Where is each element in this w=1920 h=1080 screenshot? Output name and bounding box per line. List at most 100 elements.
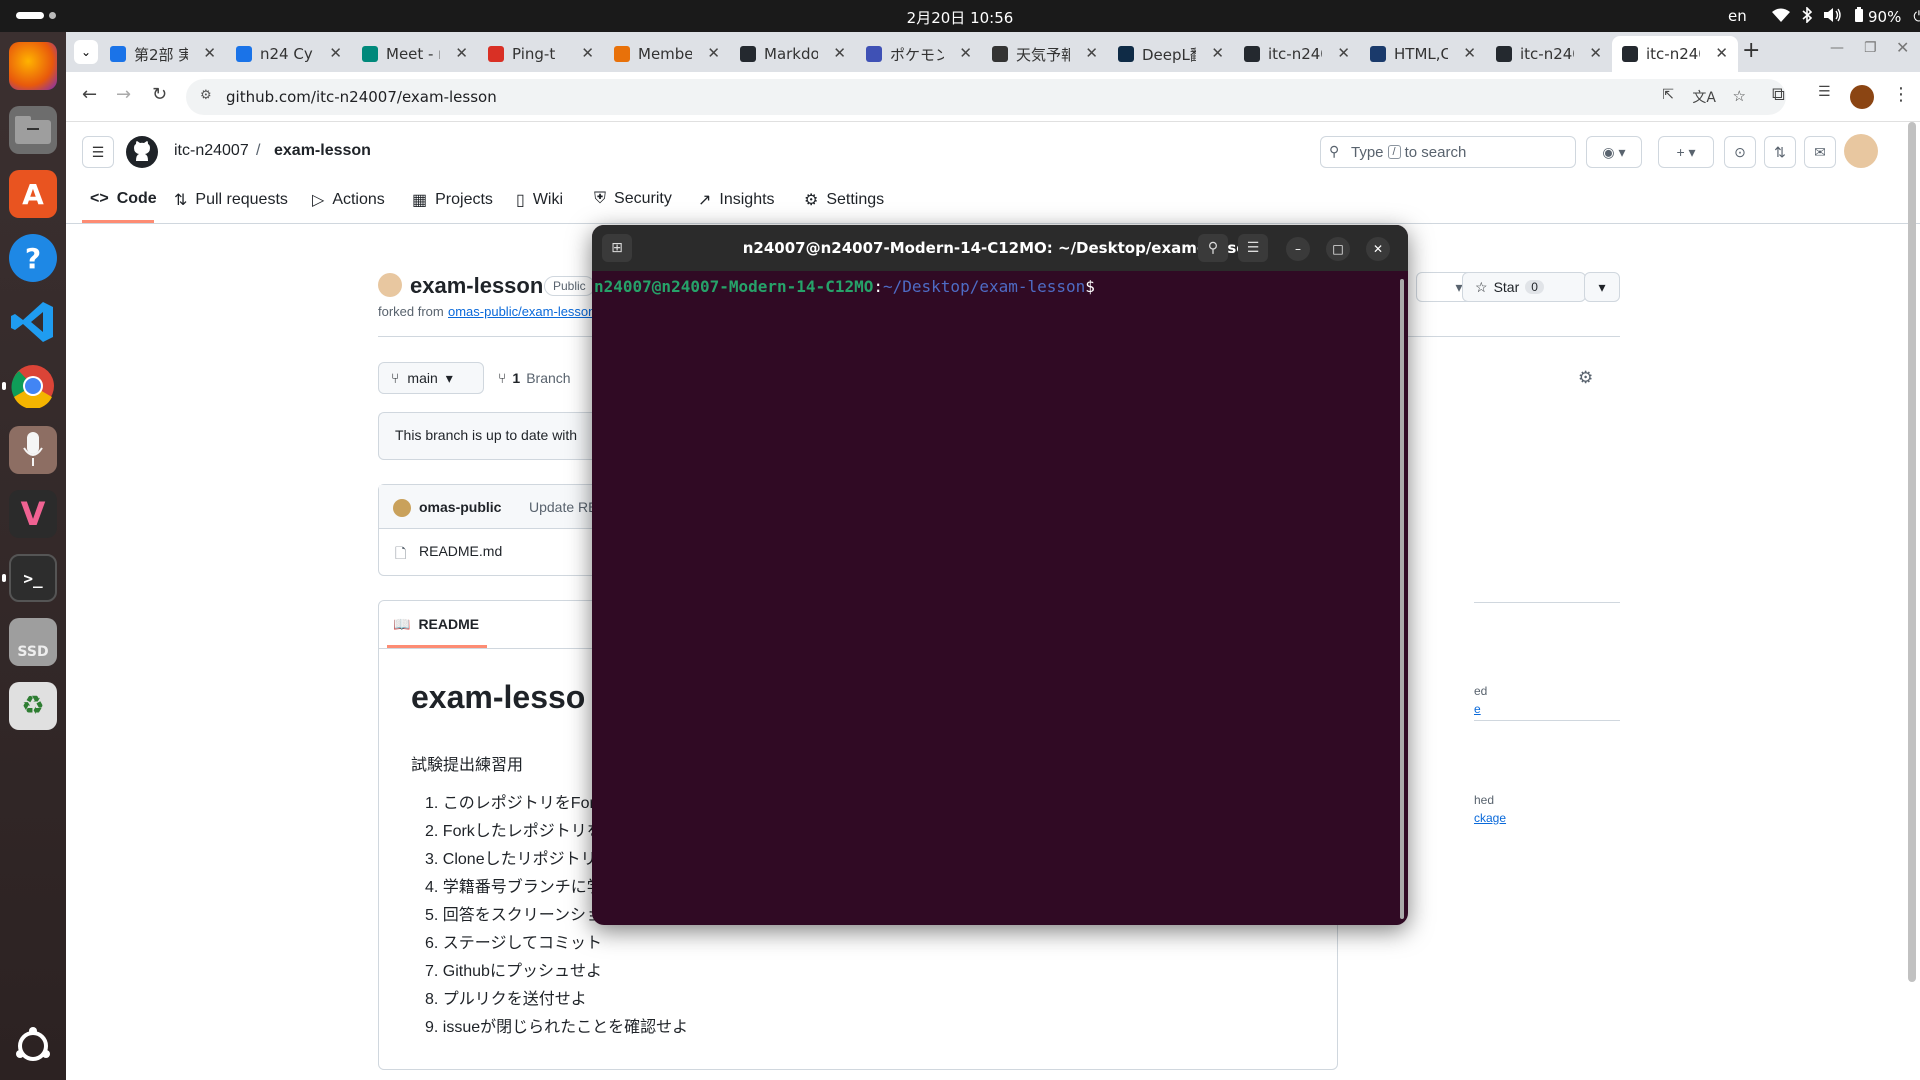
back-icon[interactable]: ← (82, 84, 97, 105)
repo-name-link[interactable]: exam-lesson (274, 142, 371, 160)
browser-tab[interactable]: Meet - n ✕ (352, 36, 478, 72)
about-settings-gear-icon[interactable]: ⚙ (1578, 368, 1593, 388)
input-language[interactable]: en (1728, 7, 1747, 25)
translate-icon[interactable]: 文A (1692, 87, 1716, 107)
help-icon[interactable]: ? (9, 234, 57, 282)
tab-close-icon[interactable]: ✕ (1085, 44, 1098, 62)
readme-tab[interactable]: 📖 README (393, 616, 479, 633)
create-new-button[interactable]: + ▾ (1658, 136, 1714, 168)
branches-link[interactable]: ⑂ 1 Branch (498, 370, 571, 386)
tab-close-icon[interactable]: ✕ (329, 44, 342, 62)
app-center-icon[interactable]: A (9, 170, 57, 218)
audio-editor-icon[interactable]: V (9, 490, 57, 538)
tab-close-icon[interactable]: ✕ (203, 44, 216, 62)
search-input[interactable]: ⚲ Type / to search (1320, 136, 1576, 168)
site-info-icon[interactable]: ⚙ (200, 88, 212, 103)
terminal-scrollbar[interactable] (1400, 279, 1404, 919)
browser-tab[interactable]: itc-n240 ✕ (1234, 36, 1360, 72)
browser-tab[interactable]: itc-n240 ✕ (1486, 36, 1612, 72)
tab-close-icon[interactable]: ✕ (1715, 44, 1728, 62)
tab-close-icon[interactable]: ✕ (455, 44, 468, 62)
terminal-icon[interactable]: >_ (9, 554, 57, 602)
terminal-close-icon[interactable]: ✕ (1366, 237, 1390, 261)
tab-actions[interactable]: ▷ Actions (312, 190, 385, 210)
tab-close-icon[interactable]: ✕ (1589, 44, 1602, 62)
browser-tab[interactable]: DeepL翻 ✕ (1108, 36, 1234, 72)
show-apps-icon[interactable] (9, 1022, 57, 1070)
tab-projects[interactable]: ▦ Projects (412, 190, 493, 210)
browser-tab[interactable]: n24 Cyb ✕ (226, 36, 352, 72)
tab-close-icon[interactable]: ✕ (581, 44, 594, 62)
readme-heading: exam-lesso (411, 679, 586, 715)
tab-wiki[interactable]: ▯ Wiki (516, 190, 563, 210)
terminal-minimize-icon[interactable]: – (1286, 237, 1310, 261)
inbox-icon[interactable]: ✉ (1804, 136, 1836, 168)
tab-close-icon[interactable]: ✕ (707, 44, 720, 62)
tab-pull-requests[interactable]: ⇅ Pull requests (174, 190, 288, 210)
browser-menu-icon[interactable]: ⋮ (1892, 84, 1910, 105)
browser-tab[interactable]: ポケモン ✕ (856, 36, 982, 72)
browser-tab[interactable]: itc-n240 ✕ (1612, 36, 1738, 72)
sidebar-releases-link[interactable]: e (1474, 702, 1481, 716)
chrome-icon[interactable] (9, 362, 57, 410)
browser-tab[interactable]: HTML,C ✕ (1360, 36, 1486, 72)
close-window-button[interactable]: ✕ (1896, 38, 1909, 57)
files-icon[interactable] (9, 106, 57, 154)
repo-owner-link[interactable]: itc-n24007 (174, 142, 249, 160)
star-button[interactable]: ☆ Star 0 (1462, 272, 1586, 302)
open-in-app-icon[interactable]: ⇱ (1662, 87, 1674, 103)
tab-search-button[interactable]: ⌄ (74, 40, 98, 64)
user-avatar[interactable] (1844, 134, 1878, 168)
trash-icon[interactable]: ♻ (9, 682, 57, 730)
terminal-maximize-icon[interactable]: □ (1326, 237, 1350, 261)
firefox-icon[interactable] (9, 42, 57, 90)
terminal-search-icon[interactable]: ⚲ (1198, 234, 1228, 262)
readme-step-item: 6. ステージしてコミット (411, 929, 688, 957)
tab-close-icon[interactable]: ✕ (1337, 44, 1350, 62)
tab-close-icon[interactable]: ✕ (1463, 44, 1476, 62)
tab-code[interactable]: <> Code (90, 190, 157, 208)
tab-close-icon[interactable]: ✕ (959, 44, 972, 62)
profile-avatar[interactable] (1850, 85, 1874, 109)
browser-tab[interactable]: 第2部 実 ✕ (100, 36, 226, 72)
clock[interactable]: 2月20日 10:56 (0, 7, 1920, 28)
restore-window-button[interactable]: ❐ (1864, 40, 1877, 56)
forward-icon[interactable]: → (116, 84, 131, 105)
system-tray[interactable]: 90% ⏻ (1772, 6, 1920, 27)
tab-settings[interactable]: ⚙ Settings (804, 190, 884, 210)
ssd-drive-icon[interactable]: SSD (9, 618, 57, 666)
page-scrollbar[interactable] (1908, 122, 1916, 982)
tab-close-icon[interactable]: ✕ (1211, 44, 1224, 62)
github-logo-icon[interactable] (126, 136, 158, 173)
minimize-window-button[interactable]: — (1830, 40, 1844, 56)
browser-tab[interactable]: Ping-t ✕ (478, 36, 604, 72)
microphone-app-icon[interactable] (9, 426, 57, 474)
browser-tab[interactable]: Markdo ✕ (730, 36, 856, 72)
file-name[interactable]: README.md (419, 543, 502, 559)
tab-close-icon[interactable]: ✕ (833, 44, 846, 62)
terminal-output[interactable]: n24007@n24007-Modern-14-C12MO:~/Desktop/… (592, 271, 1408, 925)
step-number: 5. (425, 907, 443, 924)
vscode-icon[interactable] (9, 298, 57, 346)
url-field[interactable]: ⚙ github.com/itc-n24007/exam-lesson ☆ 文A… (186, 79, 1786, 115)
terminal-titlebar[interactable]: ⊞ n24007@n24007-Modern-14-C12MO: ~/Deskt… (592, 225, 1408, 271)
hamburger-menu-icon[interactable]: ☰ (82, 136, 114, 168)
star-dropdown-caret[interactable]: ▾ (1584, 272, 1620, 302)
browser-tab[interactable]: Member ✕ (604, 36, 730, 72)
bookmark-star-icon[interactable]: ☆ (1733, 87, 1746, 105)
media-control-icon[interactable]: ☰ (1818, 84, 1831, 100)
branch-selector[interactable]: ⑂ main ▾ (378, 362, 484, 394)
reload-icon[interactable]: ↻ (152, 84, 167, 105)
commit-author[interactable]: omas-public (419, 499, 501, 515)
new-tab-button[interactable]: + (1742, 38, 1760, 63)
browser-tab[interactable]: 天気予報 ✕ (982, 36, 1108, 72)
extensions-icon[interactable]: ⧉ (1772, 84, 1785, 105)
copilot-button[interactable]: ◉ ▾ (1586, 136, 1642, 168)
issues-icon[interactable]: ⊙ (1724, 136, 1756, 168)
tab-insights[interactable]: ↗ Insights (698, 190, 775, 210)
terminal-menu-icon[interactable]: ☰ (1238, 234, 1268, 262)
tab-security[interactable]: ⛨ Security (594, 190, 672, 208)
repo-title[interactable]: exam-lesson (410, 273, 543, 299)
sidebar-packages-link[interactable]: ckage (1474, 811, 1506, 825)
pull-requests-icon[interactable]: ⇅ (1764, 136, 1796, 168)
